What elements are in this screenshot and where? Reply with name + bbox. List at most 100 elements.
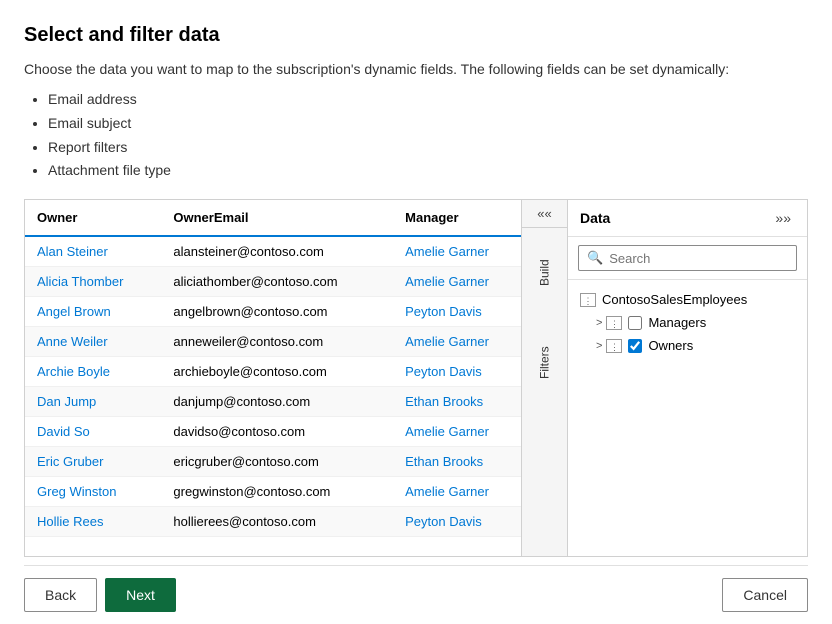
table-row[interactable]: Eric Gruber ericgruber@contoso.com Ethan B… (25, 447, 521, 477)
owners-label: Owners (648, 338, 693, 353)
tab-filters[interactable]: Filters (522, 318, 567, 408)
search-box[interactable]: 🔍 (578, 245, 797, 271)
col-manager: Manager (393, 200, 521, 236)
cell-owner: Angel Brown (25, 297, 161, 327)
footer-left: Back Next (24, 578, 176, 612)
cell-manager: Amelie Garner (393, 236, 521, 267)
manager-link[interactable]: Peyton Davis (405, 514, 482, 529)
manager-link[interactable]: Peyton Davis (405, 304, 482, 319)
cell-manager: Amelie Garner (393, 267, 521, 297)
right-panel-header: Data »» (568, 200, 807, 237)
owner-link[interactable]: Greg Winston (37, 484, 116, 499)
manager-link[interactable]: Peyton Davis (405, 364, 482, 379)
owners-checkbox[interactable] (628, 339, 642, 353)
field-item: Attachment file type (48, 159, 808, 183)
expand-managers-icon[interactable]: > (596, 317, 602, 329)
cell-owner: Jeff Hay (25, 537, 161, 541)
cell-email: hollierees@contoso.com (161, 507, 393, 537)
table-scroll[interactable]: Owner OwnerEmail Manager Alan Steiner ala… (25, 200, 521, 540)
page-title: Select and filter data (24, 24, 808, 47)
cell-email: davidso@contoso.com (161, 417, 393, 447)
cancel-button[interactable]: Cancel (722, 578, 808, 612)
col-owner-email: OwnerEmail (161, 200, 393, 236)
manager-link[interactable]: Amelie Garner (405, 274, 489, 289)
data-table: Owner OwnerEmail Manager Alan Steiner ala… (25, 200, 521, 540)
collapse-left-btn[interactable]: «« (522, 200, 567, 228)
table-row[interactable]: Angel Brown angelbrown@contoso.com Peyton … (25, 297, 521, 327)
table-row[interactable]: Dan Jump danjump@contoso.com Ethan Brooks (25, 387, 521, 417)
manager-link[interactable]: Amelie Garner (405, 424, 489, 439)
tree-child-managers[interactable]: > ⋮ Managers (568, 311, 807, 334)
table-row[interactable]: Greg Winston gregwinston@contoso.com Ameli… (25, 477, 521, 507)
table-row[interactable]: David So davidso@contoso.com Amelie Garner (25, 417, 521, 447)
owner-link[interactable]: Angel Brown (37, 304, 111, 319)
cell-email: angelbrown@contoso.com (161, 297, 393, 327)
owner-link[interactable]: Eric Gruber (37, 454, 103, 469)
back-button[interactable]: Back (24, 578, 97, 612)
cell-manager: Ethan Brooks (393, 537, 521, 541)
cell-email: jeffhay@contoso.com (161, 537, 393, 541)
cell-owner: Hollie Rees (25, 507, 161, 537)
owner-link[interactable]: Alan Steiner (37, 244, 108, 259)
table-row[interactable]: Archie Boyle archieboyle@contoso.com Peyto… (25, 357, 521, 387)
manager-link[interactable]: Amelie Garner (405, 244, 489, 259)
cell-email: ericgruber@contoso.com (161, 447, 393, 477)
dataset-item: ⋮ ContosoSalesEmployees (568, 288, 807, 311)
table-row[interactable]: Jeff Hayjeffhay@contoso.comEthan Brooks (25, 537, 521, 541)
cell-owner: Greg Winston (25, 477, 161, 507)
cell-manager: Ethan Brooks (393, 447, 521, 477)
owners-table-icon: ⋮ (606, 339, 622, 353)
next-button[interactable]: Next (105, 578, 176, 612)
search-container: 🔍 (568, 237, 807, 280)
search-input[interactable] (609, 251, 788, 266)
table-row[interactable]: Alan Steiner alansteiner@contoso.com Ameli… (25, 236, 521, 267)
dataset-name-label: ContosoSalesEmployees (602, 292, 747, 307)
cell-email: gregwinston@contoso.com (161, 477, 393, 507)
table-row[interactable]: Alicia Thomberaliciathomber@contoso.comA… (25, 267, 521, 297)
field-item: Email subject (48, 112, 808, 136)
col-owner: Owner (25, 200, 161, 236)
tree-child-owners[interactable]: > ⋮ Owners (568, 334, 807, 357)
cell-owner: Alicia Thomber (25, 267, 161, 297)
cell-manager: Peyton Davis (393, 357, 521, 387)
dataset-icon: ⋮ (580, 293, 596, 307)
cell-email: danjump@contoso.com (161, 387, 393, 417)
cell-owner: Dan Jump (25, 387, 161, 417)
cell-manager: Peyton Davis (393, 507, 521, 537)
cell-email: alansteiner@contoso.com (161, 236, 393, 267)
owner-link[interactable]: Hollie Rees (37, 514, 103, 529)
cell-manager: Ethan Brooks (393, 387, 521, 417)
right-panel-title: Data (580, 210, 610, 226)
cell-owner: Archie Boyle (25, 357, 161, 387)
cell-owner: David So (25, 417, 161, 447)
owner-link[interactable]: Archie Boyle (37, 364, 110, 379)
manager-link[interactable]: Amelie Garner (405, 334, 489, 349)
manager-link[interactable]: Ethan Brooks (405, 394, 483, 409)
cell-email: archieboyle@contoso.com (161, 357, 393, 387)
cell-owner: Anne Weiler (25, 327, 161, 357)
owner-link[interactable]: Alicia Thomber (37, 274, 123, 289)
managers-checkbox[interactable] (628, 316, 642, 330)
cell-manager: Amelie Garner (393, 327, 521, 357)
expand-right-btn[interactable]: »» (771, 208, 795, 228)
manager-link[interactable]: Ethan Brooks (405, 454, 483, 469)
manager-link[interactable]: Amelie Garner (405, 484, 489, 499)
owner-link[interactable]: David So (37, 424, 90, 439)
right-data-panel: Data »» 🔍 ⋮ ContosoSalesEmployees > ⋮ (567, 200, 807, 556)
expand-owners-icon[interactable]: > (596, 340, 602, 352)
panel-nav: «« Build Filters (521, 200, 567, 556)
data-table-panel[interactable]: Owner OwnerEmail Manager Alan Steiner ala… (25, 200, 521, 556)
left-section: Owner OwnerEmail Manager Alan Steiner ala… (25, 200, 567, 556)
table-row[interactable]: Hollie Rees hollierees@contoso.com Peyton … (25, 507, 521, 537)
tab-build[interactable]: Build (522, 228, 567, 318)
cell-manager: Amelie Garner (393, 477, 521, 507)
owner-link[interactable]: Anne Weiler (37, 334, 108, 349)
cell-manager: Amelie Garner (393, 417, 521, 447)
dynamic-fields-list: Email address Email subject Report filte… (24, 88, 808, 183)
page-description: Choose the data you want to map to the s… (24, 59, 808, 80)
managers-label: Managers (648, 315, 706, 330)
table-row[interactable]: Anne Weiler anneweiler@contoso.com Amelie … (25, 327, 521, 357)
owner-link[interactable]: Dan Jump (37, 394, 96, 409)
cell-email: anneweiler@contoso.com (161, 327, 393, 357)
managers-table-icon: ⋮ (606, 316, 622, 330)
